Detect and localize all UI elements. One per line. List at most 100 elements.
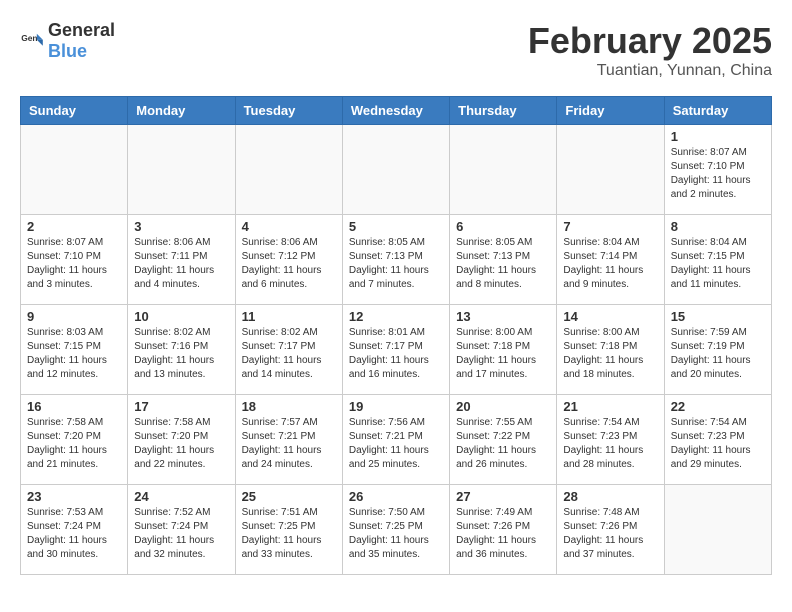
calendar-cell: 10 Sunrise: 8:02 AM Sunset: 7:16 PM Dayli…	[128, 305, 235, 395]
logo-blue: Blue	[48, 41, 87, 61]
calendar-cell: 6 Sunrise: 8:05 AM Sunset: 7:13 PM Daylig…	[450, 215, 557, 305]
calendar-cell	[342, 125, 449, 215]
calendar-cell: 19Sunrise: 7:56 AM Sunset: 7:21 PM Dayli…	[342, 395, 449, 485]
day-number: 7	[563, 219, 657, 234]
location-subtitle: Tuantian, Yunnan, China	[528, 62, 772, 80]
day-number: 11	[242, 309, 336, 324]
day-info: Sunrise: 8:05 AM Sunset: 7:13 PM Dayligh…	[456, 236, 550, 292]
day-number: 5	[349, 219, 443, 234]
calendar-cell	[21, 125, 128, 215]
day-info: Sunrise: 8:07 AM Sunset: 7:10 PM Dayligh…	[27, 236, 121, 292]
calendar-cell: 1 Sunrise: 8:07 AM Sunset: 7:10 PM Daylig…	[664, 125, 771, 215]
calendar-cell: 28 Sunrise: 7:48 AM Sunset: 7:26 PM Dayli…	[557, 485, 664, 575]
calendar-cell: 20 Sunrise: 7:55 AM Sunset: 7:22 PM Dayli…	[450, 395, 557, 485]
day-info: Sunrise: 8:07 AM Sunset: 7:10 PM Dayligh…	[671, 146, 765, 202]
day-number: 22	[671, 399, 765, 414]
logo: Gen General Blue	[20, 20, 115, 62]
day-number: 20	[456, 399, 550, 414]
day-info: Sunrise: 8:02 AM Sunset: 7:17 PM Dayligh…	[242, 326, 336, 382]
day-of-week-sunday: Sunday	[21, 97, 128, 125]
day-info: Sunrise: 7:55 AM Sunset: 7:22 PM Dayligh…	[456, 416, 550, 472]
calendar-cell: 24Sunrise: 7:52 AM Sunset: 7:24 PM Dayli…	[128, 485, 235, 575]
day-number: 21	[563, 399, 657, 414]
calendar-table: SundayMondayTuesdayWednesdayThursdayFrid…	[20, 96, 772, 575]
day-info: Sunrise: 8:06 AM Sunset: 7:12 PM Dayligh…	[242, 236, 336, 292]
day-info: Sunrise: 8:02 AM Sunset: 7:16 PM Dayligh…	[134, 326, 228, 382]
day-info: Sunrise: 7:51 AM Sunset: 7:25 PM Dayligh…	[242, 506, 336, 562]
day-number: 6	[456, 219, 550, 234]
day-number: 15	[671, 309, 765, 324]
calendar-cell: 13Sunrise: 8:00 AM Sunset: 7:18 PM Dayli…	[450, 305, 557, 395]
header: Gen General Blue February 2025 Tuantian,…	[20, 20, 772, 80]
calendar-cell: 23 Sunrise: 7:53 AM Sunset: 7:24 PM Dayli…	[21, 485, 128, 575]
day-info: Sunrise: 7:58 AM Sunset: 7:20 PM Dayligh…	[27, 416, 121, 472]
calendar-cell: 18 Sunrise: 7:57 AM Sunset: 7:21 PM Dayli…	[235, 395, 342, 485]
day-of-week-wednesday: Wednesday	[342, 97, 449, 125]
day-number: 19	[349, 399, 443, 414]
calendar-cell	[128, 125, 235, 215]
calendar-cell	[235, 125, 342, 215]
calendar-cell: 5 Sunrise: 8:05 AM Sunset: 7:13 PM Daylig…	[342, 215, 449, 305]
day-info: Sunrise: 8:03 AM Sunset: 7:15 PM Dayligh…	[27, 326, 121, 382]
day-info: Sunrise: 8:05 AM Sunset: 7:13 PM Dayligh…	[349, 236, 443, 292]
logo-icon: Gen	[20, 29, 44, 53]
day-number: 18	[242, 399, 336, 414]
day-number: 23	[27, 489, 121, 504]
calendar-cell: 26 Sunrise: 7:50 AM Sunset: 7:25 PM Dayli…	[342, 485, 449, 575]
calendar-cell: 15Sunrise: 7:59 AM Sunset: 7:19 PM Dayli…	[664, 305, 771, 395]
calendar-cell: 3 Sunrise: 8:06 AM Sunset: 7:11 PM Daylig…	[128, 215, 235, 305]
title-area: February 2025 Tuantian, Yunnan, China	[528, 20, 772, 80]
day-number: 1	[671, 129, 765, 144]
week-row-1: 2 Sunrise: 8:07 AM Sunset: 7:10 PM Daylig…	[21, 215, 772, 305]
day-number: 25	[242, 489, 336, 504]
days-of-week-row: SundayMondayTuesdayWednesdayThursdayFrid…	[21, 97, 772, 125]
day-number: 28	[563, 489, 657, 504]
day-info: Sunrise: 7:57 AM Sunset: 7:21 PM Dayligh…	[242, 416, 336, 472]
calendar-cell: 22 Sunrise: 7:54 AM Sunset: 7:23 PM Dayli…	[664, 395, 771, 485]
calendar-cell: 14 Sunrise: 8:00 AM Sunset: 7:18 PM Dayli…	[557, 305, 664, 395]
calendar-cell: 12 Sunrise: 8:01 AM Sunset: 7:17 PM Dayli…	[342, 305, 449, 395]
day-of-week-monday: Monday	[128, 97, 235, 125]
day-number: 16	[27, 399, 121, 414]
day-of-week-friday: Friday	[557, 97, 664, 125]
day-info: Sunrise: 7:54 AM Sunset: 7:23 PM Dayligh…	[671, 416, 765, 472]
calendar-cell: 17Sunrise: 7:58 AM Sunset: 7:20 PM Dayli…	[128, 395, 235, 485]
calendar-cell: 9Sunrise: 8:03 AM Sunset: 7:15 PM Daylig…	[21, 305, 128, 395]
day-info: Sunrise: 7:50 AM Sunset: 7:25 PM Dayligh…	[349, 506, 443, 562]
day-of-week-tuesday: Tuesday	[235, 97, 342, 125]
calendar-header: SundayMondayTuesdayWednesdayThursdayFrid…	[21, 97, 772, 125]
calendar-cell: 8 Sunrise: 8:04 AM Sunset: 7:15 PM Daylig…	[664, 215, 771, 305]
day-number: 17	[134, 399, 228, 414]
day-number: 12	[349, 309, 443, 324]
day-info: Sunrise: 8:06 AM Sunset: 7:11 PM Dayligh…	[134, 236, 228, 292]
calendar-cell: 11 Sunrise: 8:02 AM Sunset: 7:17 PM Dayli…	[235, 305, 342, 395]
day-info: Sunrise: 7:53 AM Sunset: 7:24 PM Dayligh…	[27, 506, 121, 562]
day-number: 14	[563, 309, 657, 324]
day-info: Sunrise: 7:49 AM Sunset: 7:26 PM Dayligh…	[456, 506, 550, 562]
calendar-cell: 21 Sunrise: 7:54 AM Sunset: 7:23 PM Dayli…	[557, 395, 664, 485]
day-info: Sunrise: 7:54 AM Sunset: 7:23 PM Dayligh…	[563, 416, 657, 472]
day-info: Sunrise: 8:01 AM Sunset: 7:17 PM Dayligh…	[349, 326, 443, 382]
calendar-cell: 4 Sunrise: 8:06 AM Sunset: 7:12 PM Daylig…	[235, 215, 342, 305]
day-number: 2	[27, 219, 121, 234]
calendar-cell: 25 Sunrise: 7:51 AM Sunset: 7:25 PM Dayli…	[235, 485, 342, 575]
calendar-cell: 16 Sunrise: 7:58 AM Sunset: 7:20 PM Dayli…	[21, 395, 128, 485]
day-number: 26	[349, 489, 443, 504]
calendar-cell	[557, 125, 664, 215]
day-number: 24	[134, 489, 228, 504]
month-title: February 2025	[528, 20, 772, 62]
day-number: 3	[134, 219, 228, 234]
day-info: Sunrise: 7:48 AM Sunset: 7:26 PM Dayligh…	[563, 506, 657, 562]
day-info: Sunrise: 8:00 AM Sunset: 7:18 PM Dayligh…	[456, 326, 550, 382]
day-info: Sunrise: 8:04 AM Sunset: 7:15 PM Dayligh…	[671, 236, 765, 292]
day-info: Sunrise: 8:04 AM Sunset: 7:14 PM Dayligh…	[563, 236, 657, 292]
calendar-cell: 2 Sunrise: 8:07 AM Sunset: 7:10 PM Daylig…	[21, 215, 128, 305]
logo-general: General	[48, 20, 115, 40]
day-info: Sunrise: 8:00 AM Sunset: 7:18 PM Dayligh…	[563, 326, 657, 382]
calendar-cell: 27 Sunrise: 7:49 AM Sunset: 7:26 PM Dayli…	[450, 485, 557, 575]
day-number: 27	[456, 489, 550, 504]
calendar-body: 1 Sunrise: 8:07 AM Sunset: 7:10 PM Daylig…	[21, 125, 772, 575]
day-number: 8	[671, 219, 765, 234]
day-number: 4	[242, 219, 336, 234]
day-number: 10	[134, 309, 228, 324]
